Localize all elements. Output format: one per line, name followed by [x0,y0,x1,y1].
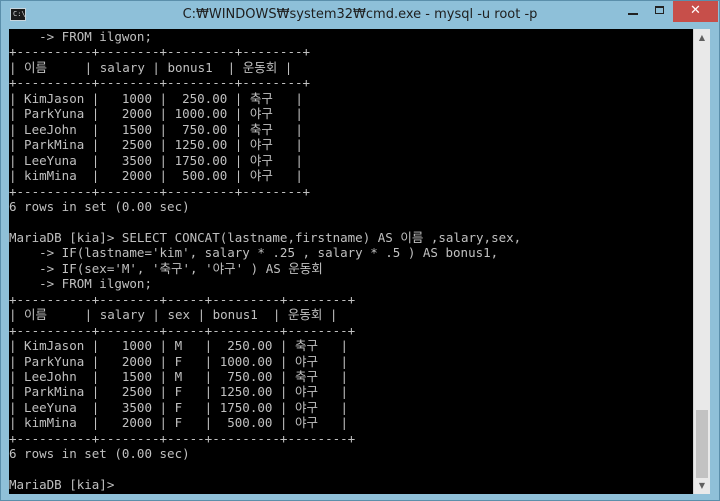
console-line: MariaDB [kia]> SELECT CONCAT(lastname,fi… [9,229,522,245]
minimize-button[interactable] [619,1,647,22]
console-line: MariaDB [kia]> [9,477,115,493]
console-line: | KimJason | 1000 | 250.00 | 축구 | [9,90,303,106]
console-line: +----------+--------+---------+--------+ [9,75,311,91]
console-output[interactable]: -> FROM ilgwon; +----------+--------+---… [9,29,693,494]
maximize-icon [655,6,664,14]
console-line: | LeeJohn | 1500 | M | 750.00 | 축구 | [9,368,349,384]
window-title: C:₩WINDOWS₩system32₩cmd.exe - mysql -u r… [182,7,538,22]
console-line: | ParkMina | 2500 | F | 1250.00 | 야구 | [9,384,349,400]
cmd-window: C:\ C:₩WINDOWS₩system32₩cmd.exe - mysql … [0,0,720,501]
close-icon: ✕ [690,3,701,18]
console-line: 6 rows in set (0.00 sec) [9,446,190,462]
console-line: 6 rows in set (0.00 sec) [9,198,190,214]
console-line: +----------+--------+---------+--------+ [9,183,311,199]
console-line: | ParkYuna | 2000 | 1000.00 | 야구 | [9,106,303,122]
close-button[interactable]: ✕ [673,1,718,22]
console-line: | ParkMina | 2500 | 1250.00 | 야구 | [9,137,303,153]
title-bar[interactable]: C:\ C:₩WINDOWS₩system32₩cmd.exe - mysql … [1,1,719,29]
scroll-up-arrow-icon[interactable]: ▲ [694,29,710,46]
vertical-scrollbar[interactable]: ▲ ▼ [693,29,710,494]
console-line: +----------+--------+-----+---------+---… [9,322,356,338]
console-line: | LeeYuna | 3500 | 1750.00 | 야구 | [9,152,303,168]
console-line: +----------+--------+---------+--------+ [9,44,311,60]
console-line: +----------+--------+-----+---------+---… [9,430,356,446]
console-line: | KimJason | 1000 | M | 250.00 | 축구 | [9,338,349,354]
console-line: | LeeJohn | 1500 | 750.00 | 축구 | [9,121,303,137]
window-right-border [710,29,719,500]
minimize-icon [628,13,638,15]
scroll-down-arrow-icon[interactable]: ▼ [694,477,710,494]
maximize-button[interactable] [647,1,673,22]
console-line: -> IF(sex='M', '축구', '야구' ) AS 운동회 [9,260,323,276]
console-line: -> FROM ilgwon; [9,276,152,292]
scrollbar-thumb[interactable] [696,410,708,478]
console-line: | LeeYuna | 3500 | F | 1750.00 | 야구 | [9,399,349,415]
console-line: | kimMina | 2000 | 500.00 | 야구 | [9,168,303,184]
console-line: +----------+--------+-----+---------+---… [9,291,356,307]
window-bottom-border [1,494,719,500]
console-line: -> IF(lastname='kim', salary * .25 , sal… [9,245,499,261]
console-line: | 이름 | salary | bonus1 | 운동회 | [9,59,293,75]
console-line: | kimMina | 2000 | F | 500.00 | 야구 | [9,415,349,431]
console-text: -> FROM ilgwon; +----------+--------+---… [9,29,693,493]
console-line: | 이름 | salary | sex | bonus1 | 운동회 | [9,307,338,323]
console-line: | ParkYuna | 2000 | F | 1000.00 | 야구 | [9,353,349,369]
console-line: -> FROM ilgwon; [9,29,152,44]
